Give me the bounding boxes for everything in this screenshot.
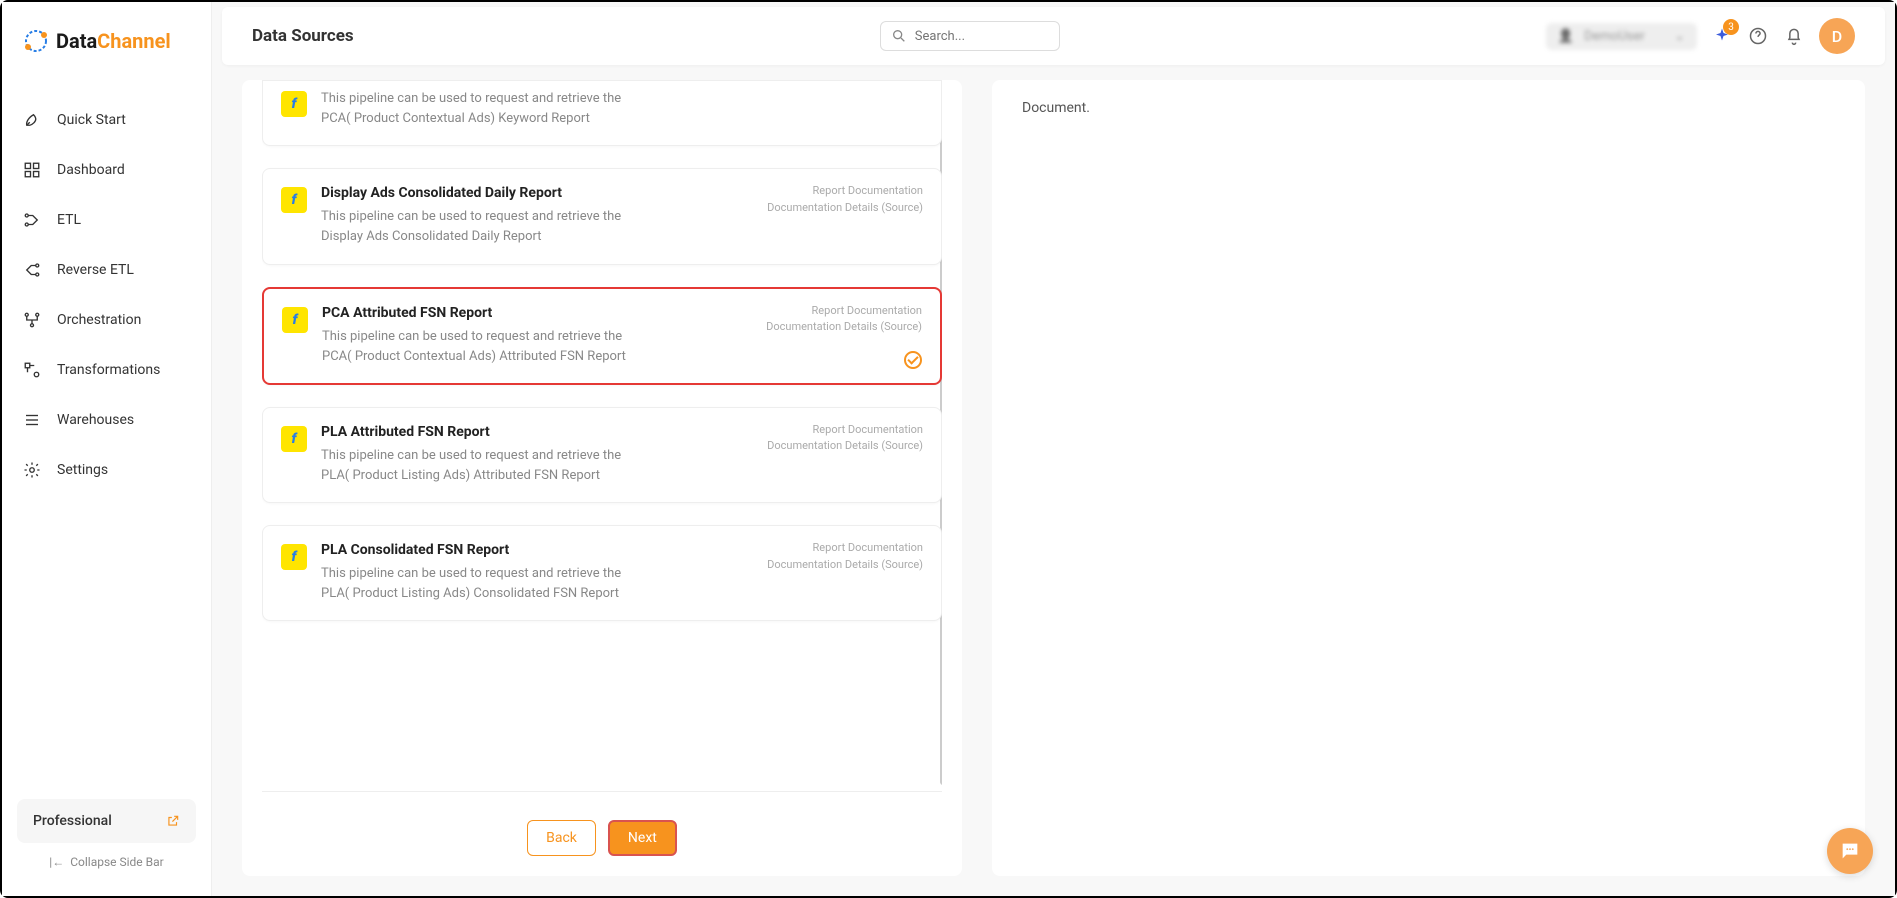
doc-link[interactable]: Documentation Details (Source) bbox=[767, 200, 923, 217]
external-link-icon bbox=[166, 814, 180, 828]
chat-bubble[interactable] bbox=[1827, 828, 1873, 874]
nav-label: ETL bbox=[57, 212, 81, 228]
doc-link[interactable]: Documentation Details (Source) bbox=[767, 438, 923, 455]
etl-icon bbox=[22, 210, 42, 230]
logo-text: DataChannel bbox=[56, 29, 171, 53]
user-name: DemoUser bbox=[1584, 29, 1664, 44]
topbar: Data Sources 👤 DemoUser ⌄ 3 bbox=[222, 7, 1885, 65]
report-card[interactable]: fPLA Attributed FSN ReportThis pipeline … bbox=[262, 407, 942, 503]
help-icon[interactable] bbox=[1747, 25, 1769, 47]
logo-icon bbox=[22, 27, 50, 55]
transform-icon bbox=[22, 360, 42, 380]
sparkle-icon[interactable]: 3 bbox=[1711, 25, 1733, 47]
search-box[interactable] bbox=[880, 21, 1060, 51]
logo[interactable]: DataChannel bbox=[2, 2, 211, 75]
avatar[interactable]: D bbox=[1819, 18, 1855, 54]
doc-links: Report DocumentationDocumentation Detail… bbox=[767, 422, 923, 455]
page-title: Data Sources bbox=[252, 26, 354, 46]
sidebar: DataChannel Quick Start Dashboard ETL Re… bbox=[2, 2, 212, 896]
notif-badge: 3 bbox=[1723, 19, 1739, 35]
bell-icon[interactable] bbox=[1783, 25, 1805, 47]
side-panel: Document. bbox=[992, 80, 1865, 876]
rocket-icon bbox=[22, 110, 42, 130]
user-dropdown[interactable]: 👤 DemoUser ⌄ bbox=[1546, 23, 1697, 50]
doc-links: Report DocumentationDocumentation Detail… bbox=[766, 303, 922, 336]
flipkart-icon: f bbox=[281, 426, 307, 452]
report-list: f This pipeline can be used to request an… bbox=[242, 80, 962, 876]
doc-link[interactable]: Documentation Details (Source) bbox=[766, 319, 922, 336]
nav-settings[interactable]: Settings bbox=[2, 445, 211, 495]
doc-links: Report DocumentationDocumentation Detail… bbox=[767, 183, 923, 216]
check-icon bbox=[904, 351, 922, 369]
nav-dashboard[interactable]: Dashboard bbox=[2, 145, 211, 195]
nav-label: Settings bbox=[57, 462, 108, 478]
flipkart-icon: f bbox=[281, 544, 307, 570]
plan-badge[interactable]: Professional bbox=[17, 799, 196, 843]
doc-link[interactable]: Report Documentation bbox=[767, 540, 923, 557]
report-card[interactable]: f This pipeline can be used to request an… bbox=[262, 80, 942, 146]
collapse-label: Collapse Side Bar bbox=[70, 855, 164, 869]
back-button[interactable]: Back bbox=[527, 820, 596, 856]
nav-label: Warehouses bbox=[57, 412, 134, 428]
nav-label: Transformations bbox=[57, 362, 160, 378]
nav: Quick Start Dashboard ETL Reverse ETL Or… bbox=[2, 75, 211, 784]
reverse-etl-icon bbox=[22, 260, 42, 280]
nav-orchestration[interactable]: Orchestration bbox=[2, 295, 211, 345]
flipkart-icon: f bbox=[281, 187, 307, 213]
nav-warehouses[interactable]: Warehouses bbox=[2, 395, 211, 445]
plan-label: Professional bbox=[33, 813, 112, 829]
search-input[interactable] bbox=[915, 29, 1081, 44]
nav-quick-start[interactable]: Quick Start bbox=[2, 95, 211, 145]
chevron-down-icon: ⌄ bbox=[1674, 29, 1685, 44]
doc-links: Report DocumentationDocumentation Detail… bbox=[767, 540, 923, 573]
database-icon bbox=[22, 410, 42, 430]
nav-label: Dashboard bbox=[57, 162, 125, 178]
grid-icon bbox=[22, 160, 42, 180]
report-desc: This pipeline can be used to request and… bbox=[322, 327, 632, 367]
doc-link[interactable]: Report Documentation bbox=[767, 183, 923, 200]
report-desc: This pipeline can be used to request and… bbox=[321, 207, 631, 247]
search-icon bbox=[891, 28, 907, 44]
nav-reverse-etl[interactable]: Reverse ETL bbox=[2, 245, 211, 295]
doc-link[interactable]: Report Documentation bbox=[766, 303, 922, 320]
doc-link[interactable]: Documentation Details (Source) bbox=[767, 557, 923, 574]
report-desc: This pipeline can be used to request and… bbox=[321, 446, 631, 486]
report-desc: This pipeline can be used to request and… bbox=[321, 564, 631, 604]
flipkart-icon: f bbox=[282, 307, 308, 333]
report-card[interactable]: fPCA Attributed FSN ReportThis pipeline … bbox=[262, 287, 942, 385]
report-card[interactable]: fPLA Consolidated FSN ReportThis pipelin… bbox=[262, 525, 942, 621]
nav-etl[interactable]: ETL bbox=[2, 195, 211, 245]
nav-label: Reverse ETL bbox=[57, 262, 134, 278]
report-card[interactable]: fDisplay Ads Consolidated Daily ReportTh… bbox=[262, 168, 942, 264]
nav-label: Orchestration bbox=[57, 312, 141, 328]
main: Data Sources 👤 DemoUser ⌄ 3 bbox=[212, 2, 1895, 896]
collapse-sidebar[interactable]: |← Collapse Side Bar bbox=[17, 843, 196, 881]
nav-label: Quick Start bbox=[57, 112, 126, 128]
next-button[interactable]: Next bbox=[608, 820, 677, 856]
report-desc: This pipeline can be used to request and… bbox=[321, 89, 631, 129]
user-icon: 👤 bbox=[1558, 29, 1574, 44]
collapse-icon: |← bbox=[49, 855, 64, 869]
doc-link[interactable]: Report Documentation bbox=[767, 422, 923, 439]
side-panel-text: Document. bbox=[1022, 100, 1090, 116]
flipkart-icon: f bbox=[281, 91, 307, 117]
pager: Back Next bbox=[262, 791, 942, 856]
nav-transformations[interactable]: Transformations bbox=[2, 345, 211, 395]
gear-icon bbox=[22, 460, 42, 480]
orchestration-icon bbox=[22, 310, 42, 330]
